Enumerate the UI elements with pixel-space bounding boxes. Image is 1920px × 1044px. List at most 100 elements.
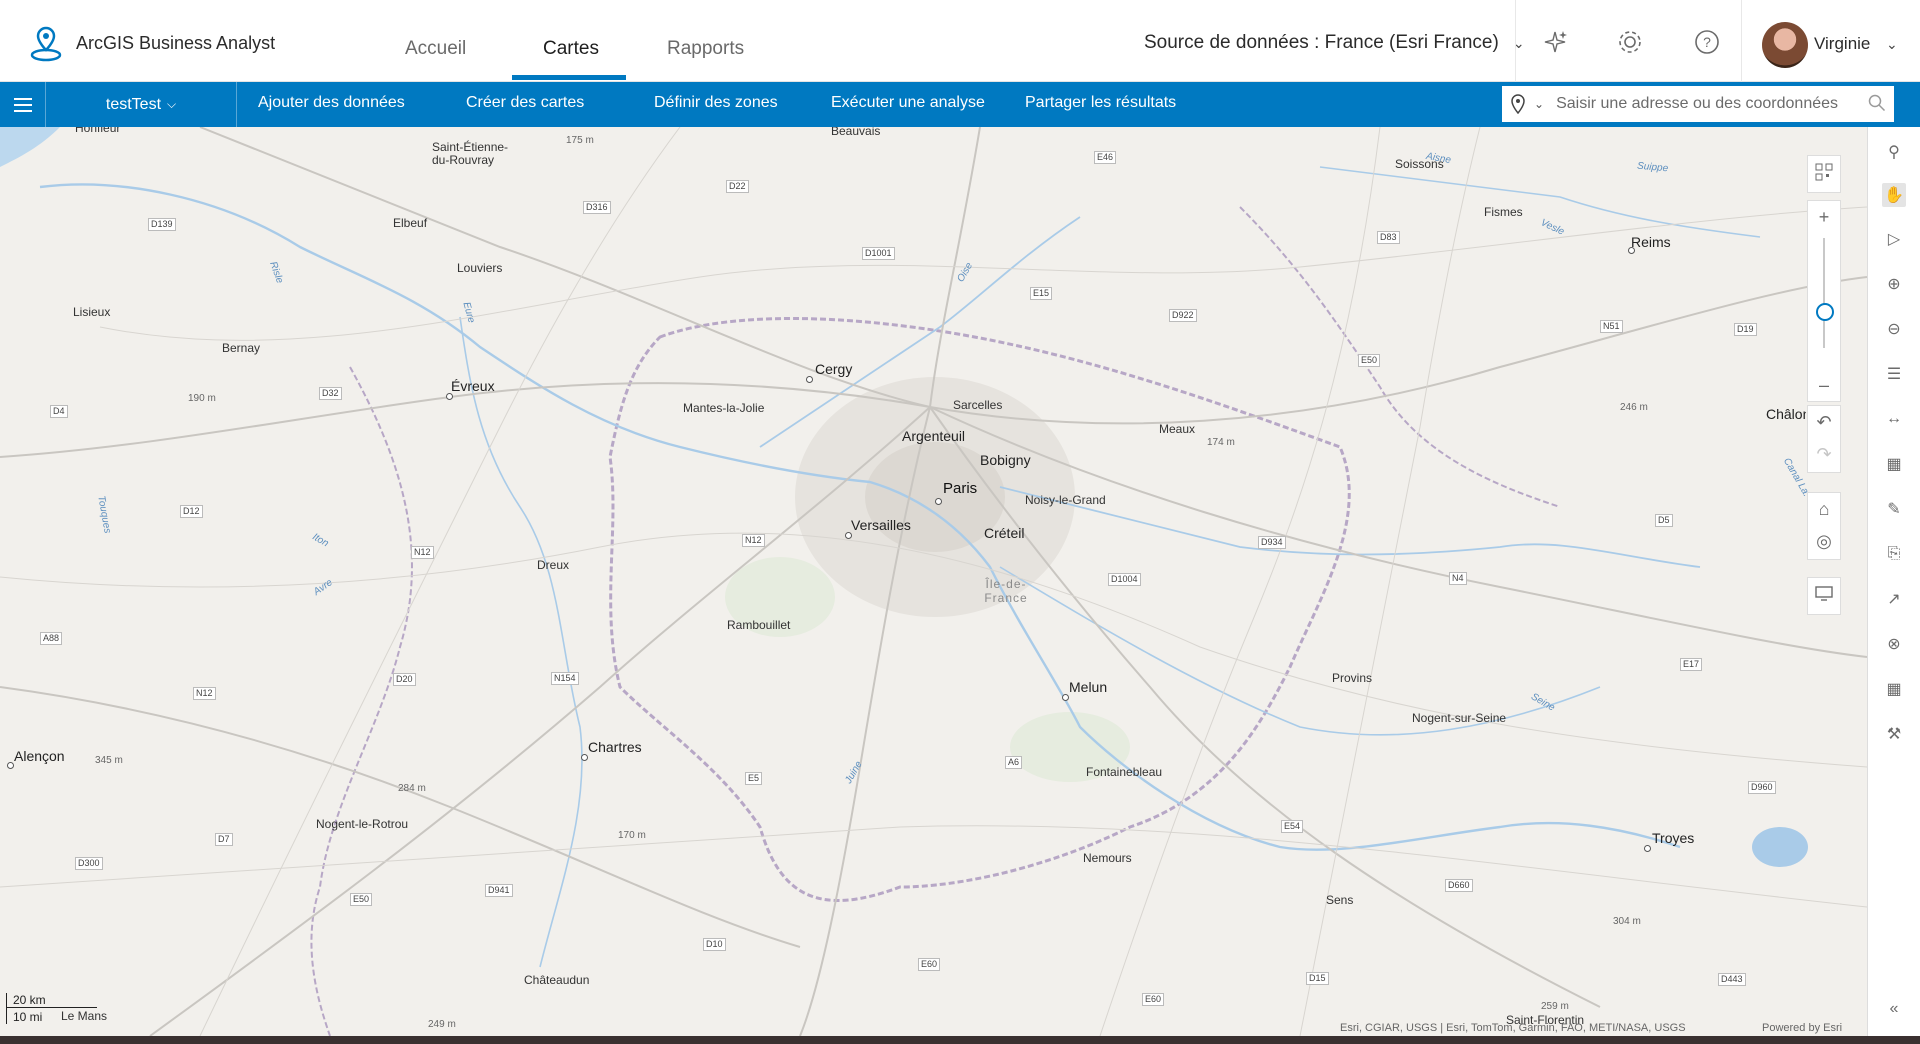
close-circle-icon[interactable]: ⊗ (1882, 632, 1906, 656)
pan-icon[interactable]: ✋ (1882, 183, 1906, 207)
home-icon[interactable]: ⌂ (1808, 493, 1840, 525)
report-icon[interactable]: ⎘ (1882, 542, 1906, 566)
select-icon[interactable]: ▷ (1882, 227, 1906, 251)
scale-mi: 10 mi (6, 1008, 97, 1024)
measure-icon[interactable]: ↔ (1882, 407, 1906, 431)
menu-run-analysis[interactable]: Exécuter une analyse (831, 94, 985, 112)
gear-icon[interactable] (1615, 27, 1645, 57)
tab-cartes[interactable]: Cartes (543, 38, 599, 60)
city-label: Melun (1069, 679, 1108, 695)
city-label: Bobigny (980, 452, 1031, 468)
city-label: Nogent-le-Rotrou (316, 817, 409, 831)
city-label: Nemours (1083, 851, 1132, 865)
list-icon[interactable]: ☰ (1882, 362, 1906, 386)
redo-icon[interactable]: ↷ (1808, 438, 1840, 470)
city-marker (935, 498, 942, 505)
collapse-icon[interactable]: « (1882, 997, 1906, 1021)
chevron-down-icon: ⌵ (167, 97, 177, 111)
elevation-label: 246 m (1620, 402, 1648, 413)
zoom-out-icon[interactable]: ⊖ (1882, 317, 1906, 341)
scale-km: 20 km (6, 993, 97, 1008)
data-source-label: Source de données : France (Esri France) (1144, 32, 1499, 53)
chevron-down-icon[interactable]: ⌄ (1886, 36, 1898, 53)
sparkle-icon[interactable] (1540, 27, 1570, 57)
city-label: Paris (943, 480, 978, 497)
tools-icon[interactable]: ⚒ (1882, 722, 1906, 746)
city-label: Reims (1631, 234, 1671, 250)
zoom-in-icon[interactable]: ⊕ (1882, 272, 1906, 296)
window-bottom-edge (0, 1036, 1920, 1044)
location-pin-icon[interactable] (1502, 94, 1534, 114)
city-label: Beauvais (831, 127, 881, 138)
edit-icon[interactable]: ✎ (1882, 497, 1906, 521)
city-label: Provins (1332, 671, 1373, 685)
elevation-label: 249 m (428, 1019, 456, 1030)
road-shield: D20 (393, 673, 416, 686)
menu-create-maps[interactable]: Créer des cartes (466, 94, 584, 112)
search-input[interactable] (1554, 94, 1859, 114)
elevation-label: 175 m (566, 135, 594, 146)
city-label: Cergy (815, 361, 853, 377)
elevation-label: 174 m (1207, 437, 1235, 448)
undo-icon[interactable]: ↶ (1808, 406, 1840, 438)
city-label: Sarcelles (953, 398, 1003, 412)
menu-share-results[interactable]: Partager les résultats (1025, 94, 1176, 112)
city-label: Sens (1326, 893, 1354, 907)
project-selector[interactable]: testTest ⌵ (46, 82, 237, 127)
city-marker (806, 376, 813, 383)
app-logo-icon (30, 26, 62, 62)
zoom-in-icon[interactable]: + (1808, 201, 1840, 233)
city-label: Versailles (851, 517, 911, 533)
search-icon[interactable] (1868, 94, 1886, 117)
zoom-slider-knob[interactable] (1816, 303, 1834, 321)
map-attribution[interactable]: Esri, CGIAR, USGS | Esri, TomTom, Garmin… (1340, 1022, 1686, 1034)
road-shield: E50 (350, 893, 373, 906)
grid-icon[interactable]: ▦ (1882, 677, 1906, 701)
city-marker (1062, 694, 1069, 701)
zoom-slider[interactable] (1808, 233, 1840, 369)
nav-control: ⌂ ◎ (1807, 492, 1841, 560)
tab-rapports[interactable]: Rapports (667, 38, 744, 60)
history-control: ↶ ↷ (1807, 405, 1841, 473)
qr-button[interactable] (1807, 155, 1841, 193)
tab-accueil[interactable]: Accueil (405, 38, 466, 60)
road-shield: D19 (1734, 323, 1757, 336)
map-view[interactable]: Honfleur Saint-Étienne-du-Rouvray Beauva… (0, 127, 1867, 1036)
app-name: ArcGIS Business Analyst (76, 32, 276, 53)
road-shield: D10 (703, 938, 726, 951)
locate-icon[interactable]: ◎ (1808, 525, 1840, 557)
zoom-out-icon[interactable]: – (1808, 369, 1840, 401)
menu-icon[interactable] (0, 82, 46, 127)
city-label: Meaux (1159, 422, 1196, 436)
elevation-label: 259 m (1541, 1001, 1569, 1012)
road-shield: D922 (1169, 309, 1197, 322)
share-icon[interactable]: ↗ (1882, 587, 1906, 611)
screen-icon (1808, 578, 1840, 610)
city-label: Créteil (984, 525, 1025, 541)
menu-define-areas[interactable]: Définir des zones (654, 94, 778, 112)
data-source-selector[interactable]: Source de données : France (Esri France)… (1144, 32, 1525, 54)
road-shield: D5 (1655, 514, 1673, 527)
road-shield: E54 (1281, 820, 1304, 833)
top-header: ArcGIS Business Analyst Accueil Cartes R… (0, 0, 1920, 82)
menu-add-data[interactable]: Ajouter des données (258, 94, 405, 112)
city-label: Châlons-en-Champagne (1766, 406, 1806, 422)
pin-icon[interactable]: ⚲ (1882, 140, 1906, 164)
app-brand[interactable]: ArcGIS Business Analyst (28, 24, 275, 62)
city-label: Dreux (537, 558, 570, 572)
road-shield: N12 (742, 534, 765, 547)
city-label: Argenteuil (902, 428, 966, 444)
road-shield: N4 (1449, 572, 1467, 585)
city-label: Saint-Étienne-du-Rouvray (432, 140, 509, 167)
help-icon[interactable]: ? (1692, 27, 1722, 57)
legend-icon[interactable]: ▦ (1882, 452, 1906, 476)
powered-by[interactable]: Powered by Esri (1762, 1022, 1842, 1034)
screen-button[interactable] (1807, 577, 1841, 615)
avatar[interactable] (1762, 22, 1808, 68)
city-label: Mantes-la-Jolie (683, 401, 765, 415)
road-shield: E15 (1030, 287, 1053, 300)
chevron-down-icon[interactable]: ⌄ (1534, 97, 1544, 111)
user-name[interactable]: Virginie (1814, 34, 1870, 54)
city-label: Lisieux (73, 305, 111, 319)
road-shield: A6 (1005, 756, 1023, 769)
